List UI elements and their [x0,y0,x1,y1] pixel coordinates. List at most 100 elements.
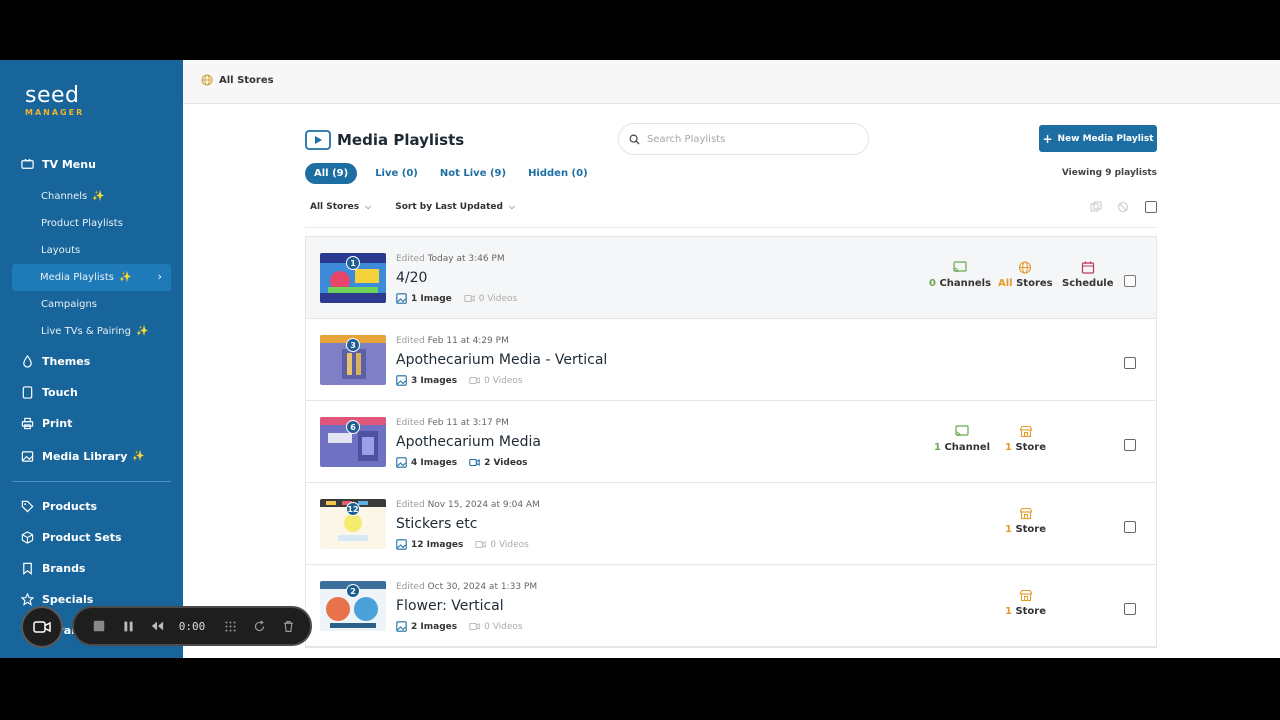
image-count-label: 2 Images [411,621,458,632]
image-icon [396,621,407,632]
sidebar-item-media-library[interactable]: Media Library ✨ [0,442,183,471]
playlist-row[interactable]: 1 Edited Today at 3:46 PM 4/20 1 Image 0… [306,237,1156,319]
image-icon [20,450,34,464]
camera-icon [33,621,51,633]
stores-stat[interactable]: All Stores [998,261,1053,289]
playlist-name[interactable]: Stickers etc [396,516,477,532]
sidebar-subitem-campaigns[interactable]: Campaigns [0,291,183,318]
row-checkbox[interactable] [1124,518,1136,537]
restart-icon[interactable] [252,618,267,634]
brand-logo[interactable]: seed MANAGER [25,85,84,118]
playlist-name[interactable]: Flower: Vertical [396,598,504,614]
edited-date: Feb 11 at 4:29 PM [427,336,509,346]
edited-label: Edited [396,336,425,346]
sidebar-item-print[interactable]: Print [0,409,183,438]
tab-hidden[interactable]: Hidden (0) [528,168,588,179]
schedule-label: Schedule [1062,278,1114,289]
sidebar-item-product-sets[interactable]: Product Sets [0,523,183,552]
edited-label: Edited [396,500,425,510]
duplicate-icon[interactable] [1089,200,1103,214]
tab-all[interactable]: All (9) [305,163,358,184]
edited-date: Today at 3:46 PM [427,254,505,264]
sidebar-item-label: Print [42,417,73,430]
stores-count: All [998,278,1013,289]
printer-icon [20,417,34,431]
row-checkbox[interactable] [1124,436,1136,455]
stores-stat[interactable]: 1 Store [1005,589,1046,617]
store-selector[interactable]: All Stores [201,74,274,86]
edited-date: Nov 15, 2024 at 9:04 AM [427,500,540,510]
filters-bar: All Stores ⌵ Sort by Last Updated ⌵ [310,202,539,212]
search-box[interactable] [618,123,869,155]
playlist-row[interactable]: 2 Edited Oct 30, 2024 at 1:33 PM Flower:… [306,565,1156,647]
playlist-row[interactable]: 12 Edited Nov 15, 2024 at 9:04 AM Sticke… [306,483,1156,565]
checkbox-box[interactable] [1124,521,1136,533]
sidebar-subitem-live-tvs[interactable]: Live TVs & Pairing ✨ [0,318,183,345]
bookmark-icon [20,562,34,576]
sidebar-subitem-layouts[interactable]: Layouts [0,237,183,264]
stores-stat[interactable]: 1 Store [1005,507,1046,535]
image-count-label: 12 Images [411,539,464,550]
stores-count: 1 [1005,606,1012,617]
sidebar-item-touch[interactable]: Touch [0,378,183,407]
row-checkbox[interactable] [1124,354,1136,373]
checkbox-box[interactable] [1124,439,1136,451]
playlist-row[interactable]: 3 Edited Feb 11 at 4:29 PM Apothecarium … [306,319,1156,401]
page-header: Media Playlists [305,130,464,150]
select-all-checkbox[interactable] [1145,201,1157,213]
schedule-stat[interactable]: Schedule [1062,261,1114,289]
sidebar-item-brands[interactable]: Brands [0,554,183,583]
sidebar-subitem-channels[interactable]: Channels ✨ [0,183,183,210]
stores-label: Store [1015,606,1047,617]
checkbox-box[interactable] [1124,603,1136,615]
sidebar-item-products[interactable]: Products [0,492,183,521]
grid-icon[interactable] [223,618,238,634]
edited-timestamp: Edited Feb 11 at 4:29 PM [396,336,509,346]
globe-icon [1019,261,1032,274]
sidebar-item-tv-menu[interactable]: TV Menu [0,150,183,179]
playlist-meta: 3 Images 0 Videos [396,375,535,386]
tab-not-live[interactable]: Not Live (9) [440,168,506,179]
image-count: 3 Images [396,375,457,386]
new-media-playlist-button[interactable]: + New Media Playlist [1039,125,1157,152]
stop-icon[interactable] [92,618,107,634]
search-input[interactable] [647,133,847,145]
hide-icon[interactable] [1116,200,1130,214]
rewind-icon[interactable] [150,618,165,634]
video-icon [469,377,480,384]
row-checkbox[interactable] [1124,600,1136,619]
channels-stat[interactable]: 0 Channels [929,261,991,289]
video-count: 0 Videos [464,293,517,304]
store-selector-label: All Stores [219,74,274,86]
recorder-camera-button[interactable] [21,606,63,648]
sort-dropdown[interactable]: Sort by Last Updated ⌵ [395,202,515,212]
playlist-name[interactable]: 4/20 [396,270,427,286]
sparkle-icon: ✨ [132,451,145,462]
playlist-row[interactable]: 6 Edited Feb 11 at 3:17 PM Apothecarium … [306,401,1156,483]
sidebar-item-label: Products [42,500,98,513]
stores-stat[interactable]: 1 Store [1005,425,1046,453]
playlist-name[interactable]: Apothecarium Media [396,434,541,450]
stores-label: Store [1015,442,1047,453]
pause-icon[interactable] [121,618,136,634]
channels-count: 1 [934,442,941,453]
checkbox-box[interactable] [1124,357,1136,369]
image-count-label: 1 Image [411,293,452,304]
store-filter-dropdown[interactable]: All Stores ⌵ [310,202,371,212]
sidebar-item-themes[interactable]: Themes [0,347,183,376]
sidebar-subitem-media-playlists[interactable]: Media Playlists ✨ › [12,264,171,291]
channels-count: 0 [929,278,936,289]
trash-icon[interactable] [281,618,296,634]
row-checkbox[interactable] [1124,272,1136,291]
checkbox-box[interactable] [1124,275,1136,287]
edited-timestamp: Edited Oct 30, 2024 at 1:33 PM [396,582,537,592]
sidebar-subitem-product-playlists[interactable]: Product Playlists [0,210,183,237]
playlist-meta: 4 Images 2 Videos [396,457,539,468]
tab-live[interactable]: Live (0) [375,168,418,179]
channels-stat[interactable]: 1 Channel [934,425,990,453]
sidebar-item-label: TV Menu [42,158,96,171]
playlist-name[interactable]: Apothecarium Media - Vertical [396,352,607,368]
video-icon [469,458,480,467]
recorder-toolbar: 0:00 [72,606,312,646]
sidebar-item-label: Media Library [42,450,128,463]
